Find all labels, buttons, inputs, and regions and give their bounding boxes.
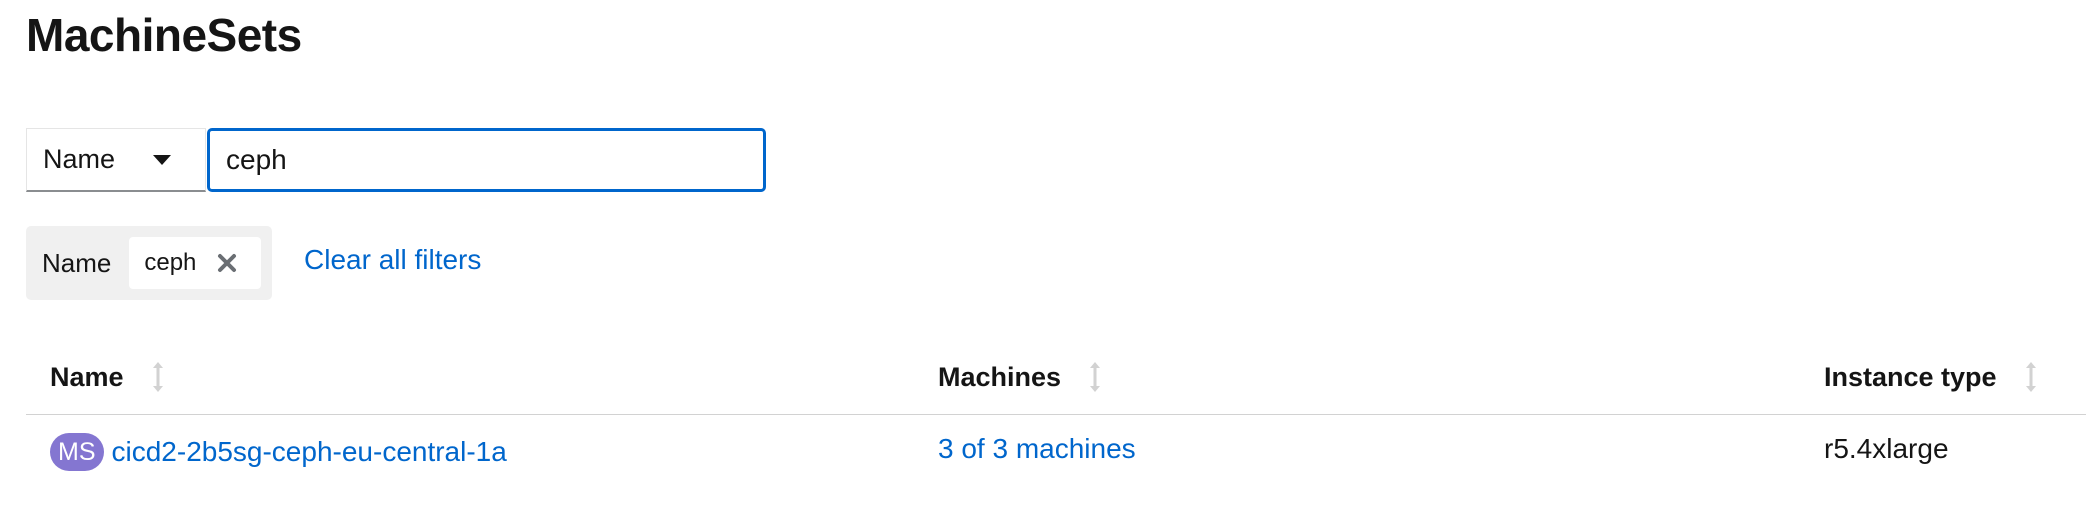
table-header: Name Machines Instance type (26, 346, 2086, 415)
caret-down-icon (153, 155, 171, 165)
machineset-badge: MS (50, 433, 104, 471)
chip-label: ceph (144, 249, 197, 276)
column-header-label: Machines (938, 361, 1062, 392)
filter-type-dropdown[interactable]: Name (26, 128, 206, 192)
filter-type-label: Name (43, 144, 116, 174)
machineset-name-link[interactable]: cicd2-2b5sg-ceph-eu-central-1a (112, 436, 507, 468)
clear-all-filters-link[interactable]: Clear all filters (304, 244, 481, 276)
filter-chip: ceph (129, 237, 262, 289)
filter-chip-group: Name ceph (26, 226, 272, 300)
cell-machines: 3 of 3 machines (938, 433, 1136, 465)
table-row: MS cicd2-2b5sg-ceph-eu-central-1a 3 of 3… (26, 415, 2086, 491)
column-header-machines[interactable]: Machines (938, 360, 1103, 394)
column-header-instance-type[interactable]: Instance type (1824, 360, 2039, 394)
machines-count-link[interactable]: 3 of 3 machines (938, 433, 1136, 465)
chip-group-label: Name (42, 247, 112, 278)
instance-type-value: r5.4xlarge (1824, 433, 1949, 464)
close-icon[interactable] (215, 251, 239, 275)
page: MachineSets Name Name ceph Clear all fil… (0, 0, 2086, 506)
search-input[interactable] (207, 128, 766, 192)
sort-icon (2025, 362, 2036, 392)
sort-icon (152, 362, 163, 392)
sort-icon (1090, 362, 1101, 392)
cell-name: MS cicd2-2b5sg-ceph-eu-central-1a (50, 433, 507, 471)
cell-instance-type: r5.4xlarge (1824, 433, 1949, 465)
column-header-name[interactable]: Name (50, 360, 166, 394)
column-header-label: Name (50, 361, 124, 392)
column-header-label: Instance type (1824, 361, 1997, 392)
page-title: MachineSets (26, 9, 302, 61)
